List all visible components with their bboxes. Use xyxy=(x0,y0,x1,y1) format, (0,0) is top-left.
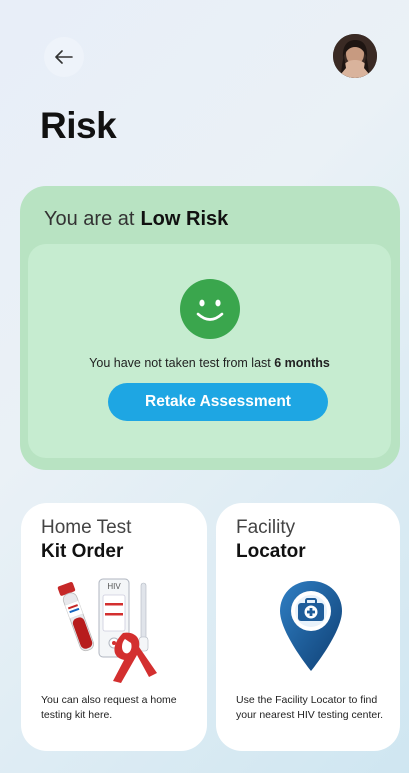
risk-status-card: You are at Low Risk You have not taken te… xyxy=(20,186,400,470)
page-title: Risk xyxy=(40,105,117,146)
retake-assessment-button[interactable]: Retake Assessment xyxy=(108,383,328,421)
risk-screen: Risk You are at Low Risk You have not tak… xyxy=(0,0,409,773)
facility-locator-card[interactable]: Facility Locator Use the Facility Locato… xyxy=(216,503,400,751)
user-avatar-icon xyxy=(333,34,377,78)
home-test-description: You can also request a home testing kit … xyxy=(41,694,177,722)
kit-order-title: Kit Order xyxy=(41,541,124,562)
risk-prefix: You are at xyxy=(44,208,135,230)
location-pin-icon xyxy=(280,581,342,671)
avatar[interactable] xyxy=(333,34,377,78)
test-kit-illustration: HIV xyxy=(57,578,157,683)
risk-level: Low Risk xyxy=(140,208,229,230)
facility-title: Facility xyxy=(236,517,296,538)
locator-title: Locator xyxy=(236,541,306,562)
arrow-left-icon xyxy=(55,50,73,64)
kit-hiv-label: HIV xyxy=(107,582,121,591)
back-button[interactable] xyxy=(44,37,84,77)
risk-header: You are at Low Risk xyxy=(44,208,228,231)
home-test-title: Home Test xyxy=(41,517,132,538)
last-test-note: You have not taken test from last 6 mont… xyxy=(28,356,391,370)
facility-description: Use the Facility Locator to find your ne… xyxy=(236,694,384,722)
note-text: You have not taken test from last xyxy=(89,356,271,370)
home-test-kit-card[interactable]: Home Test Kit Order HIV You can also req… xyxy=(21,503,207,751)
note-months: 6 months xyxy=(274,356,330,370)
smiley-face-icon xyxy=(180,279,240,339)
risk-details-panel: You have not taken test from last 6 mont… xyxy=(28,244,391,458)
